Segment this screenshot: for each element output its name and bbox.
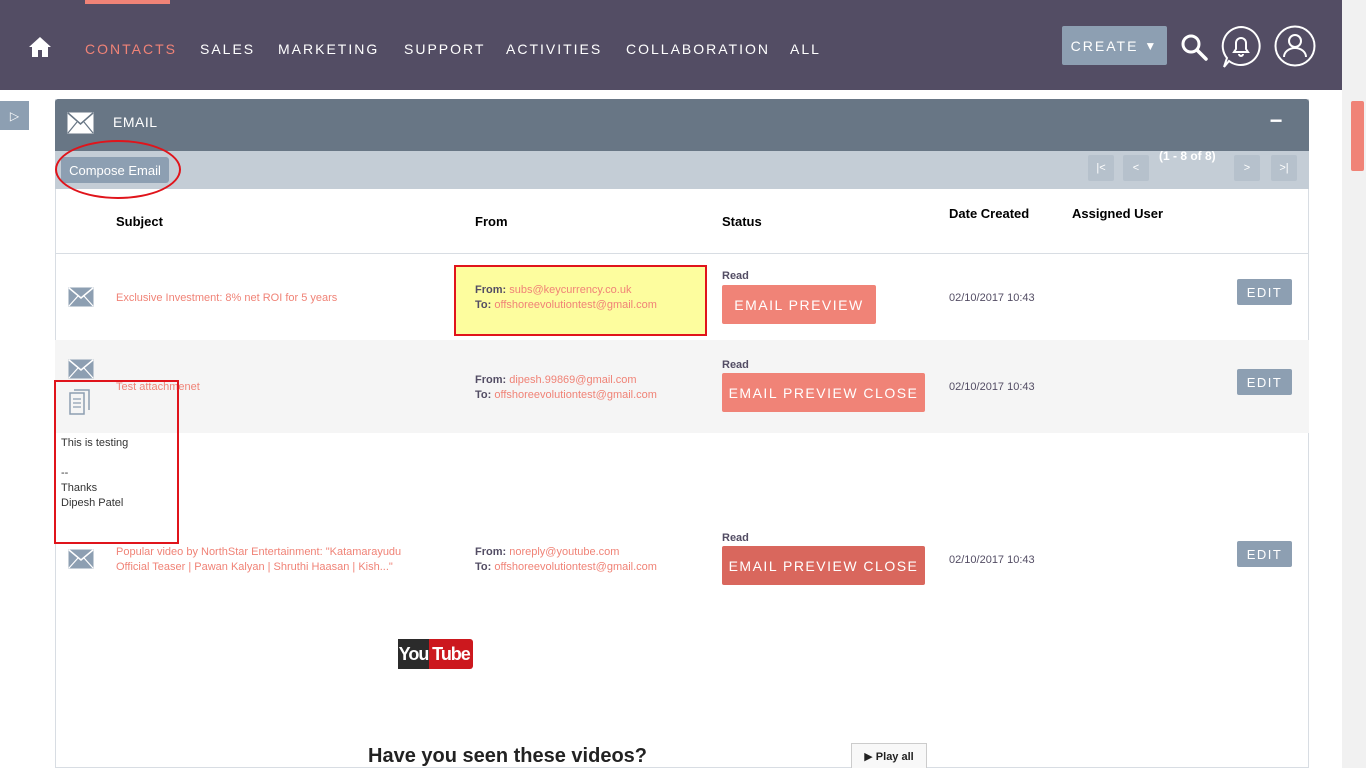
status-text: Read <box>722 359 749 371</box>
to-label: To: <box>475 299 492 311</box>
envelope-icon <box>67 112 94 134</box>
column-header-status[interactable]: Status <box>722 214 762 229</box>
email-panel-header[interactable] <box>55 99 1309 151</box>
to-label: To: <box>475 389 492 401</box>
nav-all[interactable]: ALL <box>790 41 821 57</box>
videos-heading: Have you seen these videos? <box>368 745 648 767</box>
pagination-prev-button[interactable]: < <box>1123 155 1149 181</box>
email-body-line: This is testing <box>61 437 129 449</box>
scrollbar-thumb[interactable] <box>1351 101 1364 171</box>
edit-button[interactable]: EDIT <box>1237 279 1292 305</box>
column-header-date-created[interactable]: Date Created <box>949 206 1029 221</box>
to-email-link[interactable]: offshoreevolutiontest@gmail.com <box>494 389 657 401</box>
home-icon[interactable] <box>28 35 52 59</box>
sidebar-toggle-button[interactable]: ▷ <box>0 101 29 130</box>
pagination-info: (1 - 8 of 8) <box>1159 149 1216 163</box>
email-preview-close-button[interactable]: EMAIL PREVIEW CLOSE <box>722 373 925 412</box>
nav-contacts[interactable]: CONTACTS <box>85 41 177 57</box>
from-email-link[interactable]: dipesh.99869@gmail.com <box>509 374 636 386</box>
from-email-link[interactable]: subs@keycurrency.co.uk <box>509 284 631 296</box>
from-to-block: From: subs@keycurrency.co.uk To: offshor… <box>475 283 657 313</box>
column-header-subject[interactable]: Subject <box>116 214 163 229</box>
table-row <box>55 340 1309 433</box>
compose-email-button[interactable]: Compose Email <box>61 157 169 183</box>
collapse-panel-button[interactable]: − <box>1266 110 1286 132</box>
date-created: 02/10/2017 10:43 <box>949 554 1035 566</box>
email-subject-link[interactable]: Popular video by NorthStar Entertainment… <box>116 545 401 575</box>
date-created: 02/10/2017 10:43 <box>949 292 1035 304</box>
email-subject-link[interactable]: Test attachmenet <box>116 380 200 395</box>
youtube-logo[interactable]: You Tube <box>398 639 473 669</box>
status-text: Read <box>722 270 749 282</box>
panel-title: EMAIL <box>113 114 158 130</box>
document-icon <box>69 389 90 415</box>
from-to-block: From: dipesh.99869@gmail.com To: offshor… <box>475 373 657 403</box>
user-icon[interactable] <box>1274 25 1316 67</box>
youtube-logo-you: You <box>398 639 429 669</box>
to-email-link[interactable]: offshoreevolutiontest@gmail.com <box>494 299 657 311</box>
envelope-icon <box>68 287 94 307</box>
subject-line: Official Teaser | Pawan Kalyan | Shruthi… <box>116 561 393 573</box>
email-body-line: -- <box>61 467 69 479</box>
nav-sales[interactable]: SALES <box>200 41 255 57</box>
edit-button[interactable]: EDIT <box>1237 369 1292 395</box>
from-email-link[interactable]: noreply@youtube.com <box>509 546 619 558</box>
pagination-first-button[interactable]: |< <box>1088 155 1114 181</box>
nav-activities[interactable]: ACTIVITIES <box>506 41 602 57</box>
from-label: From: <box>475 546 507 558</box>
envelope-icon <box>68 359 94 379</box>
from-label: From: <box>475 284 507 296</box>
email-body-line: Thanks <box>61 482 98 494</box>
create-button[interactable]: CREATE ▼ <box>1062 26 1167 65</box>
from-to-block: From: noreply@youtube.com To: offshoreev… <box>475 545 657 575</box>
to-label: To: <box>475 561 492 573</box>
search-icon[interactable] <box>1180 33 1208 61</box>
date-created: 02/10/2017 10:43 <box>949 381 1035 393</box>
email-subpanel <box>55 99 1309 768</box>
status-text: Read <box>722 532 749 544</box>
chevron-down-icon: ▼ <box>1144 38 1159 53</box>
email-toolbar <box>55 151 1309 189</box>
pagination-next-button[interactable]: > <box>1234 155 1260 181</box>
email-body-line: Dipesh Patel <box>61 497 124 509</box>
nav-collaboration[interactable]: COLLABORATION <box>626 41 770 57</box>
email-preview-button[interactable]: EMAIL PREVIEW <box>722 285 876 324</box>
column-header-from[interactable]: From <box>475 214 508 229</box>
from-label: From: <box>475 374 507 386</box>
subject-line: Popular video by NorthStar Entertainment… <box>116 546 402 558</box>
create-button-label: CREATE <box>1070 37 1139 54</box>
youtube-logo-tube: Tube <box>429 639 473 669</box>
email-subject-link[interactable]: Exclusive Investment: 8% net ROI for 5 y… <box>116 291 337 306</box>
bell-icon[interactable] <box>1220 25 1262 69</box>
email-preview-close-button[interactable]: EMAIL PREVIEW CLOSE <box>722 546 925 585</box>
play-triangle-icon: ▷ <box>9 108 20 123</box>
envelope-icon <box>68 549 94 569</box>
header-divider <box>55 253 1309 254</box>
nav-support[interactable]: SUPPORT <box>404 41 485 57</box>
column-header-assigned-user[interactable]: Assigned User <box>1072 206 1163 221</box>
active-tab-indicator <box>85 0 170 4</box>
nav-marketing[interactable]: MARKETING <box>278 41 379 57</box>
play-all-button[interactable]: ▶ Play all <box>851 743 927 768</box>
edit-button[interactable]: EDIT <box>1237 541 1292 567</box>
pagination-last-button[interactable]: >| <box>1271 155 1297 181</box>
to-email-link[interactable]: offshoreevolutiontest@gmail.com <box>494 561 657 573</box>
